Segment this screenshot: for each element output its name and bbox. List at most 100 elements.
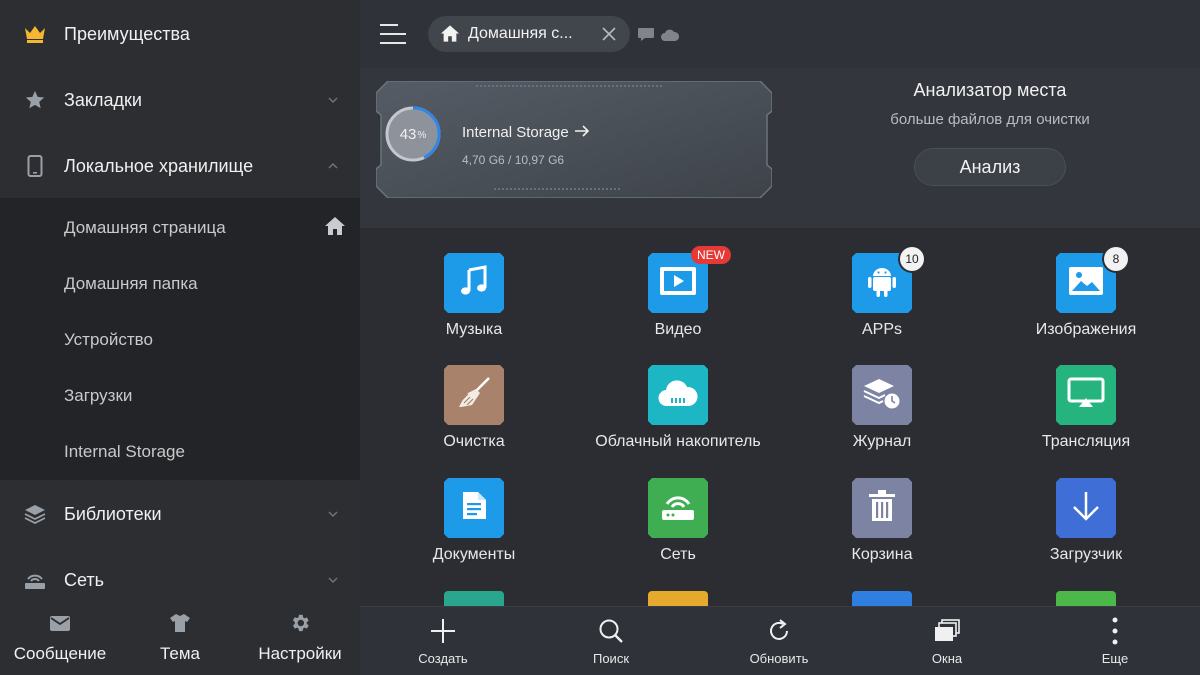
sidebar-item-label: Сеть <box>64 569 105 590</box>
chevron-down-icon[interactable] <box>326 93 340 107</box>
sidebar-subitem-label: Internal Storage <box>64 442 185 461</box>
sidebar-item-local-storage[interactable]: Локальное хранилище <box>0 142 360 190</box>
phone-icon <box>22 153 48 179</box>
sidebar-item-label: Библиотеки <box>64 503 162 524</box>
chevron-down-icon[interactable] <box>326 573 340 587</box>
sidebar-subitem-device[interactable]: Устройство <box>0 312 360 368</box>
sidebar-subitem-label: Домашняя папка <box>64 274 198 293</box>
tile <box>851 477 913 539</box>
grid-item-label: Музыка <box>445 321 503 338</box>
search-button[interactable]: Поиск <box>551 607 671 675</box>
analyzer-title: Анализатор места <box>913 80 1067 100</box>
settings-button[interactable]: Настройки <box>244 600 356 675</box>
tile <box>443 364 505 426</box>
local-storage-submenu: Домашняя страница Домашняя папка Устройс… <box>0 198 360 480</box>
router-icon <box>659 490 697 527</box>
storage-header: 43% Internal Storage 4,70 G6 / 10,97 G6 … <box>360 68 1200 228</box>
analyze-button[interactable]: Анализ <box>914 148 1066 186</box>
network-icon <box>22 567 48 593</box>
download-icon <box>1069 489 1103 528</box>
menu-icon[interactable] <box>380 22 406 46</box>
more-button[interactable]: Еще <box>1055 607 1175 675</box>
windows-icon <box>934 617 960 645</box>
footer-label: Тема <box>159 644 201 663</box>
toolbar-label: Обновить <box>749 651 809 666</box>
grid-item-documents[interactable]: Документы <box>374 453 574 563</box>
chat-icon[interactable] <box>638 28 654 46</box>
document-icon <box>458 488 490 529</box>
footer-label: Настройки <box>258 644 342 663</box>
cloud-icon[interactable] <box>661 28 680 46</box>
sidebar-subitem-downloads[interactable]: Загрузки <box>0 368 360 424</box>
sidebar-subitem-label: Домашняя страница <box>64 218 226 237</box>
sidebar-item-network[interactable]: Сеть <box>0 556 360 604</box>
refresh-icon <box>766 617 792 645</box>
grid-item-partial[interactable] <box>648 591 708 606</box>
history-icon <box>863 376 901 415</box>
tile <box>647 364 709 426</box>
sidebar-subitem-internal-storage[interactable]: Internal Storage <box>0 424 360 480</box>
analyzer-subtitle: больше файлов для очистки <box>890 111 1090 128</box>
home-icon <box>324 216 346 241</box>
grid-item-partial[interactable] <box>444 591 504 606</box>
grid-item-images[interactable]: 8 Изображения <box>986 228 1186 338</box>
star-icon <box>22 87 48 113</box>
grid-item-video[interactable]: NEW Видео <box>578 228 778 338</box>
toolbar-label: Поиск <box>592 651 630 666</box>
grid-item-label: Загрузчик <box>1049 546 1123 563</box>
sidebar-item-bookmarks[interactable]: Закладки <box>0 76 360 124</box>
plus-icon <box>430 617 456 645</box>
sidebar-footer: Сообщение Тема Настройки <box>0 600 360 675</box>
count-badge: 8 <box>1104 247 1128 271</box>
chevron-up-icon[interactable] <box>326 159 340 173</box>
grid-item-label: APPs <box>861 321 902 338</box>
windows-button[interactable]: Окна <box>887 607 1007 675</box>
grid-item-history[interactable]: Журнал <box>782 340 982 450</box>
grid-item-label: Сеть <box>660 546 696 563</box>
grid-item-partial[interactable] <box>852 591 912 606</box>
tile <box>1055 364 1117 426</box>
grid-item-downloader[interactable]: Загрузчик <box>986 453 1186 563</box>
crown-icon <box>22 21 48 47</box>
grid-item-music[interactable]: Музыка <box>374 228 574 338</box>
grid-item-partial[interactable] <box>1056 591 1116 606</box>
music-icon <box>457 264 491 303</box>
grid-item-cast[interactable]: Трансляция <box>986 340 1186 450</box>
new-badge: NEW <box>691 246 731 264</box>
grid-item-network[interactable]: Сеть <box>578 453 778 563</box>
tile <box>443 252 505 314</box>
home-icon <box>440 24 460 48</box>
grid-item-apps[interactable]: 10 APPs <box>782 228 982 338</box>
tile <box>647 477 709 539</box>
search-icon <box>598 617 624 645</box>
grid-item-cleaner[interactable]: Очистка <box>374 340 574 450</box>
sidebar-item-libraries[interactable]: Библиотеки <box>0 490 360 538</box>
sidebar-subitem-home-folder[interactable]: Домашняя папка <box>0 256 360 312</box>
video-icon <box>659 266 697 301</box>
android-icon <box>866 264 898 303</box>
sidebar-subitem-label: Устройство <box>64 330 153 349</box>
grid-item-label: Очистка <box>443 433 505 450</box>
sidebar-item-premium[interactable]: Преимущества <box>0 10 360 58</box>
refresh-button[interactable]: Обновить <box>719 607 839 675</box>
broom-icon <box>456 375 492 416</box>
grid-item-trash[interactable]: Корзина <box>782 453 982 563</box>
theme-button[interactable]: Тема <box>124 600 236 675</box>
category-grid: Музыка NEW Видео 10 APPs 8 Изображения О… <box>360 228 1200 606</box>
tile <box>851 364 913 426</box>
grid-item-label: Трансляция <box>1041 433 1131 450</box>
tab-home[interactable]: Домашняя с... <box>428 16 630 52</box>
sidebar-subitem-home-page[interactable]: Домашняя страница <box>0 200 360 256</box>
shirt-icon <box>169 612 191 634</box>
bottom-toolbar: Создать Поиск Обновить Окна Еще <box>360 606 1200 675</box>
message-button[interactable]: Сообщение <box>4 600 116 675</box>
tile <box>443 477 505 539</box>
close-icon[interactable] <box>602 27 616 46</box>
storage-card[interactable]: 43% Internal Storage 4,70 G6 / 10,97 G6 <box>376 81 772 198</box>
cloud-icon <box>658 378 698 413</box>
grid-item-label: Корзина <box>851 546 913 563</box>
create-button[interactable]: Создать <box>383 607 503 675</box>
chevron-down-icon[interactable] <box>326 507 340 521</box>
grid-item-label: Изображения <box>1035 321 1137 338</box>
grid-item-cloud-drive[interactable]: Облачный накопитель <box>578 340 778 450</box>
